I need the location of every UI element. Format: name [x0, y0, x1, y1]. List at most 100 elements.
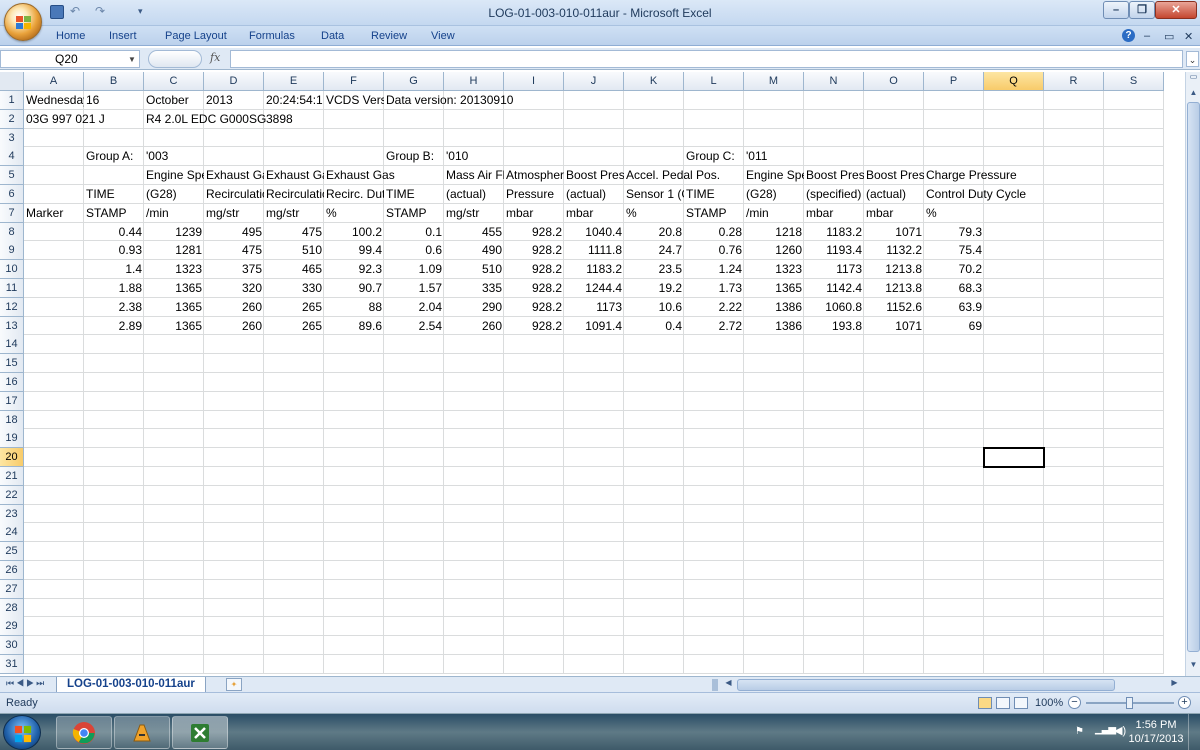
show-desktop-button[interactable] [1188, 714, 1200, 750]
row-header-21[interactable]: 21 [0, 467, 24, 486]
cell-d7[interactable]: mg/str [204, 204, 264, 223]
vertical-scroll-thumb[interactable] [1187, 102, 1200, 652]
cell-f12[interactable]: 88 [324, 298, 384, 317]
cell-p13[interactable]: 69 [924, 317, 984, 336]
column-header-a[interactable]: A [24, 72, 84, 91]
cell-p7[interactable]: % [924, 204, 984, 223]
help-icon[interactable]: ? [1122, 29, 1135, 42]
cell-k7[interactable]: % [624, 204, 684, 223]
select-all-corner[interactable] [0, 72, 24, 91]
cell-g10[interactable]: 1.09 [384, 260, 444, 279]
column-header-q[interactable]: Q [984, 72, 1044, 91]
row-header-16[interactable]: 16 [0, 373, 24, 392]
cell-m7[interactable]: /min [744, 204, 804, 223]
cell-d8[interactable]: 495 [204, 223, 264, 242]
cell-h5[interactable]: Mass Air Flow [444, 166, 504, 185]
cell-o6[interactable]: (actual) [864, 185, 924, 204]
cell-h11[interactable]: 335 [444, 279, 504, 298]
cell-p9[interactable]: 75.4 [924, 241, 984, 260]
tab-data[interactable]: Data [321, 30, 344, 42]
cell-c10[interactable]: 1323 [144, 260, 204, 279]
cell-b6[interactable]: TIME [84, 185, 144, 204]
scroll-up-icon[interactable]: ▲ [1187, 88, 1200, 102]
cell-n5[interactable]: Boost Pressure [804, 166, 864, 185]
cell-j8[interactable]: 1040.4 [564, 223, 624, 242]
close-button[interactable]: ✕ [1155, 1, 1197, 19]
taskbar-vcds[interactable] [114, 716, 170, 749]
formula-input[interactable] [230, 50, 1183, 68]
tab-home[interactable]: Home [56, 30, 85, 42]
tab-insert[interactable]: Insert [109, 30, 137, 42]
row-header-7[interactable]: 7 [0, 203, 24, 223]
cell-g6[interactable]: TIME [384, 185, 444, 204]
cell-l11[interactable]: 1.73 [684, 279, 744, 298]
cell-a7[interactable]: Marker [24, 204, 84, 223]
cell-a2[interactable]: 03G 997 021 J [24, 110, 105, 129]
row-header-22[interactable]: 22 [0, 485, 24, 505]
cell-n8[interactable]: 1183.2 [804, 223, 864, 242]
zoom-in-icon[interactable]: + [1178, 696, 1191, 709]
cell-o5[interactable]: Boost Pressure [864, 166, 924, 185]
cell-n12[interactable]: 1060.8 [804, 298, 864, 317]
row-header-20[interactable]: 20 [0, 448, 24, 468]
cell-h13[interactable]: 260 [444, 317, 504, 336]
column-header-g[interactable]: G [384, 72, 444, 91]
cell-i5[interactable]: Atmospheric [504, 166, 564, 185]
cell-o7[interactable]: mbar [864, 204, 924, 223]
cell-o11[interactable]: 1213.8 [864, 279, 924, 298]
row-header-13[interactable]: 13 [0, 316, 24, 336]
row-header-12[interactable]: 12 [0, 297, 24, 317]
cell-m8[interactable]: 1218 [744, 223, 804, 242]
cell-n6[interactable]: (specified) [804, 185, 864, 204]
cell-b8[interactable]: 0.44 [84, 223, 144, 242]
cell-l6[interactable]: TIME [684, 185, 744, 204]
cell-g11[interactable]: 1.57 [384, 279, 444, 298]
cell-k11[interactable]: 19.2 [624, 279, 684, 298]
row-header-11[interactable]: 11 [0, 279, 24, 298]
horizontal-scroll-thumb[interactable] [737, 679, 1115, 691]
cell-i6[interactable]: Pressure [504, 185, 564, 204]
cell-l13[interactable]: 2.72 [684, 317, 744, 336]
cell-c7[interactable]: /min [144, 204, 204, 223]
row-header-18[interactable]: 18 [0, 410, 24, 430]
cell-f1[interactable]: VCDS Version [324, 91, 384, 110]
cell-o13[interactable]: 1071 [864, 317, 924, 336]
cell-n9[interactable]: 1193.4 [804, 241, 864, 260]
cell-i9[interactable]: 928.2 [504, 241, 564, 260]
cell-m6[interactable]: (G28) [744, 185, 804, 204]
cell-c6[interactable]: (G28) [144, 185, 204, 204]
cell-m5[interactable]: Engine Speed [744, 166, 804, 185]
column-header-j[interactable]: J [564, 72, 624, 91]
split-box-icon[interactable]: ▭ [1187, 72, 1200, 86]
cell-k6[interactable]: Sensor 1 (G79) [624, 185, 684, 204]
cell-k13[interactable]: 0.4 [624, 317, 684, 336]
cell-l12[interactable]: 2.22 [684, 298, 744, 317]
cell-m9[interactable]: 1260 [744, 241, 804, 260]
workbook-close-icon[interactable]: ✕ [1184, 30, 1193, 43]
cell-b7[interactable]: STAMP [84, 204, 144, 223]
zoom-slider-thumb[interactable] [1126, 697, 1133, 709]
cell-m13[interactable]: 1386 [744, 317, 804, 336]
column-header-l[interactable]: L [684, 72, 744, 91]
taskbar-excel[interactable] [172, 716, 228, 749]
cell-h8[interactable]: 455 [444, 223, 504, 242]
row-header-8[interactable]: 8 [0, 222, 24, 242]
cell-l4[interactable]: Group C: [684, 147, 744, 166]
row-header-3[interactable]: 3 [0, 128, 24, 148]
column-header-o[interactable]: O [864, 72, 924, 91]
cell-j11[interactable]: 1244.4 [564, 279, 624, 298]
cell-c13[interactable]: 1365 [144, 317, 204, 336]
cell-o10[interactable]: 1213.8 [864, 260, 924, 279]
cell-j12[interactable]: 1173 [564, 298, 624, 317]
cell-i13[interactable]: 928.2 [504, 317, 564, 336]
cell-c5[interactable]: Engine Speed [144, 166, 204, 185]
cell-h10[interactable]: 510 [444, 260, 504, 279]
zoom-level[interactable]: 100% [1035, 697, 1063, 709]
ribbon-minimize-icon[interactable]: – [1144, 30, 1150, 42]
cell-k10[interactable]: 23.5 [624, 260, 684, 279]
row-header-2[interactable]: 2 [0, 109, 24, 129]
cell-c8[interactable]: 1239 [144, 223, 204, 242]
cell-e1[interactable]: 20:24:54:1 [264, 91, 324, 110]
column-header-i[interactable]: I [504, 72, 564, 91]
start-button[interactable] [3, 715, 41, 750]
